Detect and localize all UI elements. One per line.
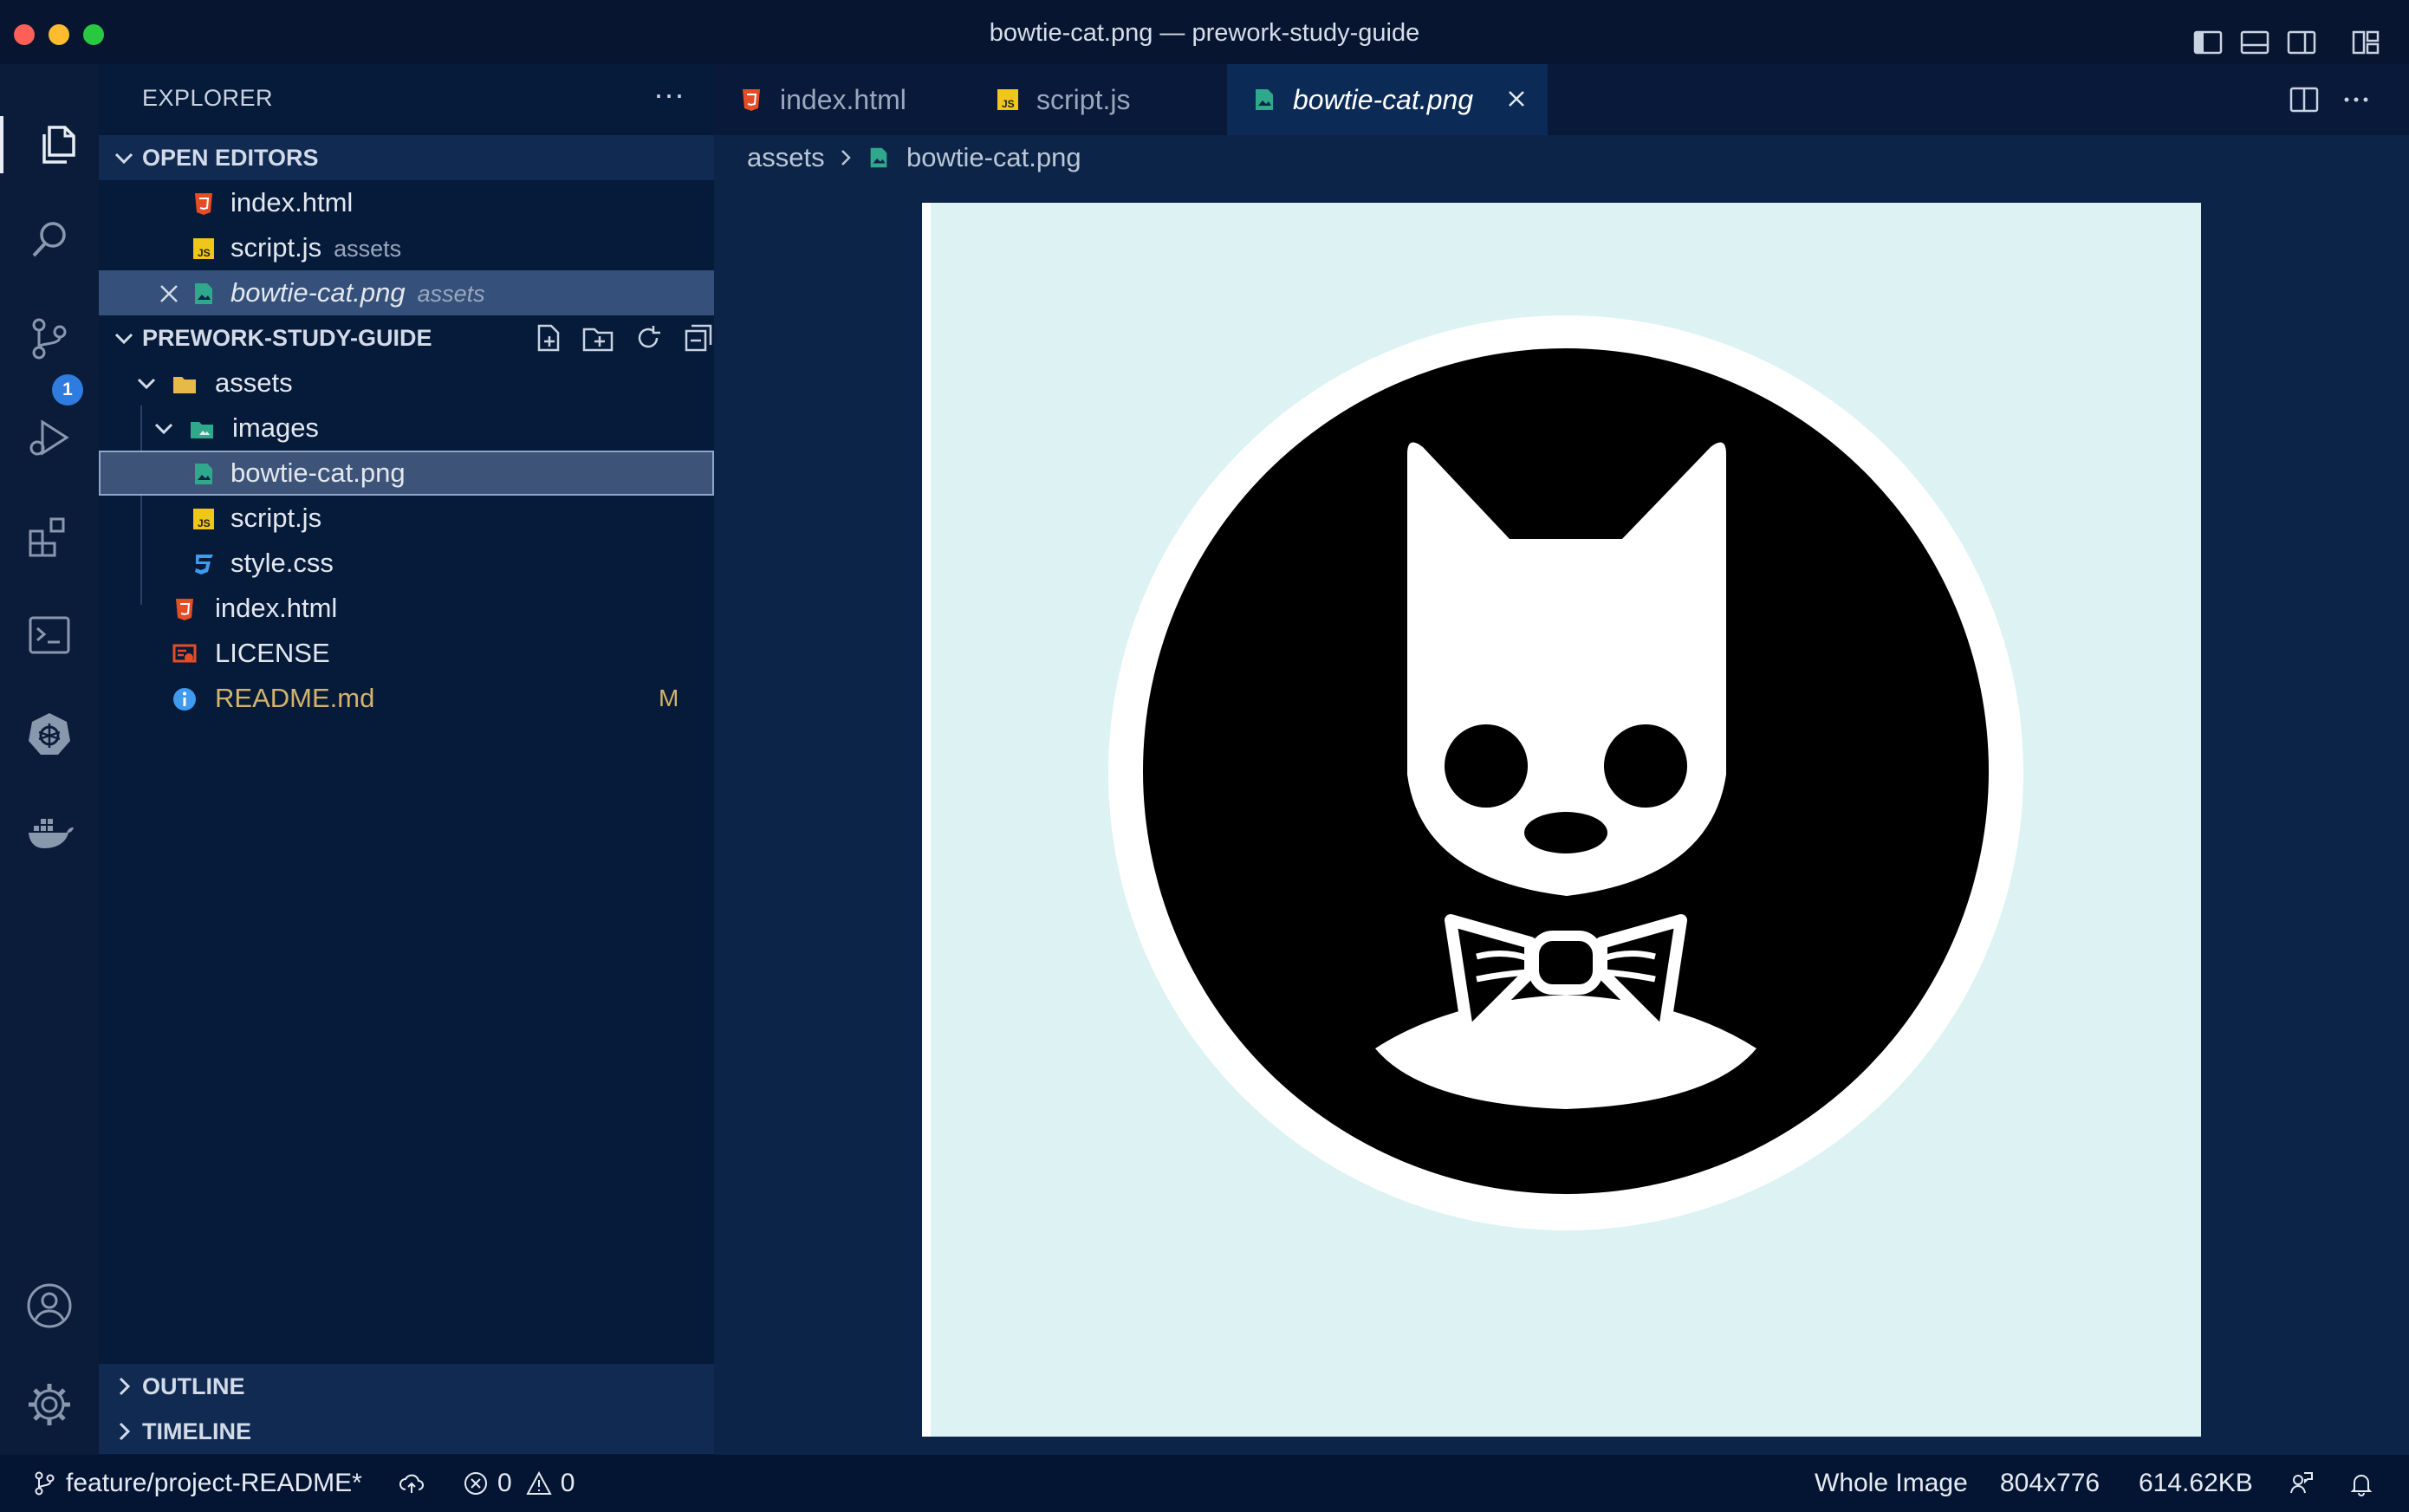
vscode-window: bowtie-cat.png — prework-study-guide 1 E… xyxy=(0,0,2409,1512)
feedback-person-icon xyxy=(2290,1472,2313,1494)
close-window-button[interactable] xyxy=(14,24,35,45)
chevron-down-icon xyxy=(154,423,173,435)
breadcrumb-folder[interactable]: assets xyxy=(747,135,825,180)
error-icon xyxy=(464,1472,487,1495)
source-control-badge: 1 xyxy=(52,374,83,406)
image-preview-area xyxy=(714,180,2409,1455)
breadcrumb-file[interactable]: bowtie-cat.png xyxy=(906,135,1081,180)
svg-text:JS: JS xyxy=(198,517,211,529)
source-control-icon[interactable] xyxy=(21,310,78,367)
image-file-icon xyxy=(195,283,212,304)
status-bar: feature/project-README* 0 0 Whole Image … xyxy=(0,1455,2409,1512)
customize-layout-icon[interactable] xyxy=(2350,17,2381,55)
outline-header[interactable]: OUTLINE xyxy=(99,1364,714,1409)
js-file-icon: JS xyxy=(997,89,1018,110)
tree-file-readme[interactable]: README.md M xyxy=(99,676,714,721)
zoom-indicator[interactable]: Whole Image xyxy=(1815,1455,1968,1512)
new-file-icon[interactable] xyxy=(530,321,565,355)
tab-index-html[interactable]: index.html xyxy=(714,64,971,135)
explorer-icon[interactable] xyxy=(0,116,99,173)
js-file-icon: JS xyxy=(193,238,214,259)
toggle-primary-sidebar-icon[interactable] xyxy=(2192,17,2224,55)
tree-file-license[interactable]: LICENSE xyxy=(99,631,714,676)
split-editor-icon[interactable] xyxy=(2288,83,2321,116)
editor-tabs: index.html JS script.js bowtie-cat.png xyxy=(714,64,2409,135)
js-file-icon: JS xyxy=(193,509,214,529)
open-editor-item[interactable]: index.html xyxy=(99,180,714,225)
window-title: bowtie-cat.png — prework-study-guide xyxy=(989,19,1420,47)
open-editor-item[interactable]: JS script.js assets xyxy=(99,225,714,270)
extensions-icon[interactable] xyxy=(21,508,78,565)
images-folder-icon xyxy=(191,422,213,438)
open-editors-label: OPEN EDITORS xyxy=(142,145,319,171)
activity-bar: 1 xyxy=(0,64,99,1455)
sidebar-title: EXPLORER xyxy=(142,85,274,111)
tree-file-script[interactable]: JS script.js xyxy=(99,496,714,541)
warning-icon xyxy=(526,1470,552,1495)
image-file-icon xyxy=(870,147,887,168)
bowtie-cat-image xyxy=(1108,315,2023,1230)
editor-more-actions-icon[interactable] xyxy=(2340,83,2373,116)
branch-indicator[interactable]: feature/project-README* xyxy=(31,1455,362,1512)
open-editor-item-active[interactable]: bowtie-cat.png assets xyxy=(99,270,714,315)
tree-folder-assets[interactable]: assets xyxy=(99,360,714,406)
accounts-icon[interactable] xyxy=(21,1277,78,1334)
tree-file-bowtie-cat[interactable]: bowtie-cat.png xyxy=(99,451,714,496)
refresh-explorer-icon[interactable] xyxy=(631,321,666,355)
notifications-button[interactable] xyxy=(2348,1455,2383,1512)
tab-bowtie-cat-png[interactable]: bowtie-cat.png xyxy=(1227,64,1548,135)
bell-icon xyxy=(2350,1475,2373,1496)
feedback-button[interactable] xyxy=(2288,1455,2322,1512)
tree-folder-images[interactable]: images xyxy=(99,406,714,451)
breadcrumb: assets bowtie-cat.png xyxy=(714,135,2409,180)
title-bar: bowtie-cat.png — prework-study-guide xyxy=(0,0,2409,64)
cloud-upload-icon xyxy=(399,1474,424,1493)
kubernetes-icon[interactable] xyxy=(21,705,78,762)
explorer-sidebar: EXPLORER ··· OPEN EDITORS index.html JS … xyxy=(99,64,714,1455)
tab-script-js[interactable]: JS script.js xyxy=(971,64,1227,135)
problems-indicator[interactable]: 0 0 xyxy=(463,1455,575,1512)
license-file-icon xyxy=(172,644,197,663)
minimize-window-button[interactable] xyxy=(49,24,69,45)
sidebar-more-actions-button[interactable]: ··· xyxy=(653,76,685,113)
close-tab-icon[interactable] xyxy=(1503,85,1530,113)
info-icon xyxy=(173,688,196,711)
collapse-folders-icon[interactable] xyxy=(681,321,716,355)
sync-changes-button[interactable] xyxy=(399,1455,433,1512)
settings-gear-icon[interactable] xyxy=(21,1376,78,1433)
search-icon[interactable] xyxy=(21,211,78,269)
open-editors-header[interactable]: OPEN EDITORS xyxy=(99,135,714,180)
maximize-window-button[interactable] xyxy=(83,24,104,45)
docker-icon[interactable] xyxy=(21,804,78,861)
image-file-icon xyxy=(1256,89,1273,110)
new-folder-icon[interactable] xyxy=(581,321,615,355)
html-file-icon xyxy=(176,599,193,620)
image-preview[interactable] xyxy=(922,203,2201,1437)
git-branch-icon xyxy=(35,1471,55,1496)
terminal-icon[interactable] xyxy=(21,607,78,664)
chevron-down-icon xyxy=(137,378,156,390)
css-file-icon xyxy=(195,555,213,574)
workspace-header[interactable]: PREWORK-STUDY-GUIDE xyxy=(99,315,714,360)
svg-text:JS: JS xyxy=(1002,98,1015,110)
tree-file-style[interactable]: style.css xyxy=(99,541,714,586)
close-editor-icon[interactable] xyxy=(156,281,182,307)
toggle-panel-icon[interactable] xyxy=(2239,17,2270,55)
html-file-icon xyxy=(195,193,212,215)
folder-icon xyxy=(173,377,196,393)
image-dimensions: 804x776 xyxy=(2000,1469,2101,1497)
html-file-icon xyxy=(743,89,760,111)
chevron-right-icon xyxy=(841,150,851,165)
timeline-header[interactable]: TIMELINE xyxy=(99,1409,714,1454)
tree-file-index[interactable]: index.html xyxy=(99,586,714,631)
svg-text:JS: JS xyxy=(198,247,211,259)
image-file-size: 614.62KB xyxy=(2139,1469,2253,1497)
git-modified-badge: M xyxy=(659,685,679,711)
toggle-secondary-sidebar-icon[interactable] xyxy=(2286,17,2317,55)
workspace-label: PREWORK-STUDY-GUIDE xyxy=(142,325,432,351)
run-debug-icon[interactable] xyxy=(21,409,78,466)
image-file-icon xyxy=(195,464,212,484)
